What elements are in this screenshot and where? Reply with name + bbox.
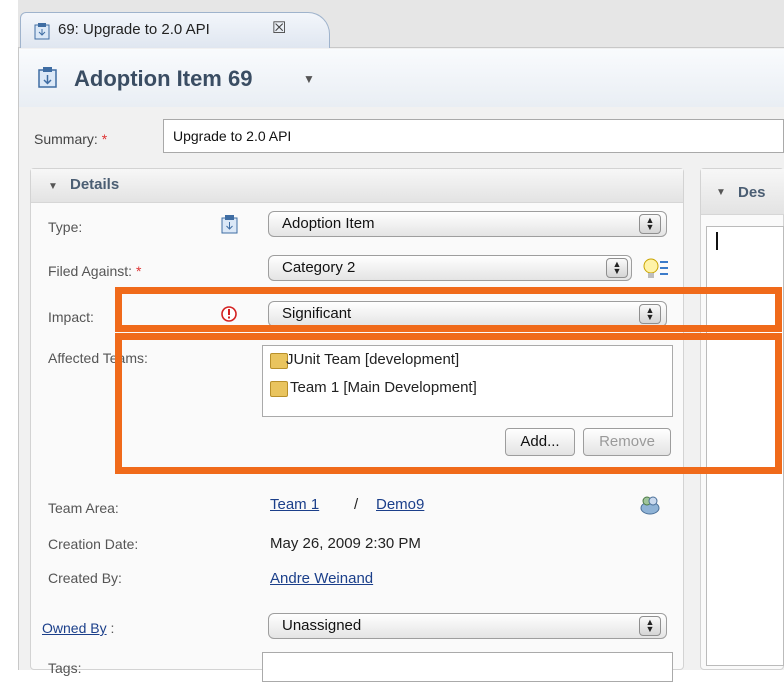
type-label: Type: (48, 219, 83, 235)
filed-against-label: Filed Against: * (48, 263, 142, 279)
chevron-down-icon[interactable]: ▼ (303, 72, 315, 86)
impact-label: Impact: (48, 309, 94, 325)
dropdown-arrows-icon[interactable]: ▲ ▼ (639, 616, 661, 636)
creation-date-label: Creation Date: (48, 536, 139, 552)
owned-by-label: Owned By : (42, 620, 115, 636)
summary-value: Upgrade to 2.0 API (173, 128, 292, 144)
work-item-icon (38, 67, 57, 88)
collapse-triangle-icon[interactable]: ▼ (48, 181, 58, 192)
created-by-link[interactable]: Andre Weinand (270, 570, 373, 587)
filed-against-value: Category 2 (282, 259, 356, 276)
details-title: Details (70, 176, 120, 193)
dropdown-arrows-icon[interactable]: ▲ ▼ (606, 258, 628, 278)
page-title: Adoption Item 69 (74, 66, 253, 91)
collapse-triangle-icon[interactable]: ▼ (716, 187, 726, 198)
creation-date-value: May 26, 2009 2:30 PM (270, 535, 421, 552)
lightbulb-icon[interactable] (641, 256, 669, 282)
owned-by-link[interactable]: Owned By (42, 620, 107, 636)
team-area-browse-icon[interactable] (639, 494, 661, 516)
work-item-icon (34, 23, 50, 40)
separator: / (354, 496, 359, 513)
close-icon[interactable]: ☒ (272, 18, 286, 38)
team-area-label: Team Area: (48, 500, 119, 516)
affected-teams-highlight-box (115, 333, 782, 474)
work-item-icon (221, 215, 238, 234)
team-link[interactable]: Team 1 (270, 496, 319, 513)
tab-label: 69: Upgrade to 2.0 API (58, 21, 210, 38)
created-by-label: Created By: (48, 570, 122, 586)
project-link[interactable]: Demo9 (376, 496, 424, 513)
summary-label: Summary: * (34, 131, 108, 147)
tags-label: Tags: (48, 660, 82, 676)
details-header[interactable] (31, 169, 683, 203)
dropdown-arrows-icon[interactable]: ▲ ▼ (639, 214, 661, 234)
text-cursor (716, 232, 718, 250)
tags-input[interactable] (262, 652, 673, 682)
type-value: Adoption Item (282, 215, 375, 232)
impact-highlight-box (115, 287, 782, 332)
description-title: Des (738, 184, 766, 201)
owned-by-value: Unassigned (282, 617, 362, 634)
